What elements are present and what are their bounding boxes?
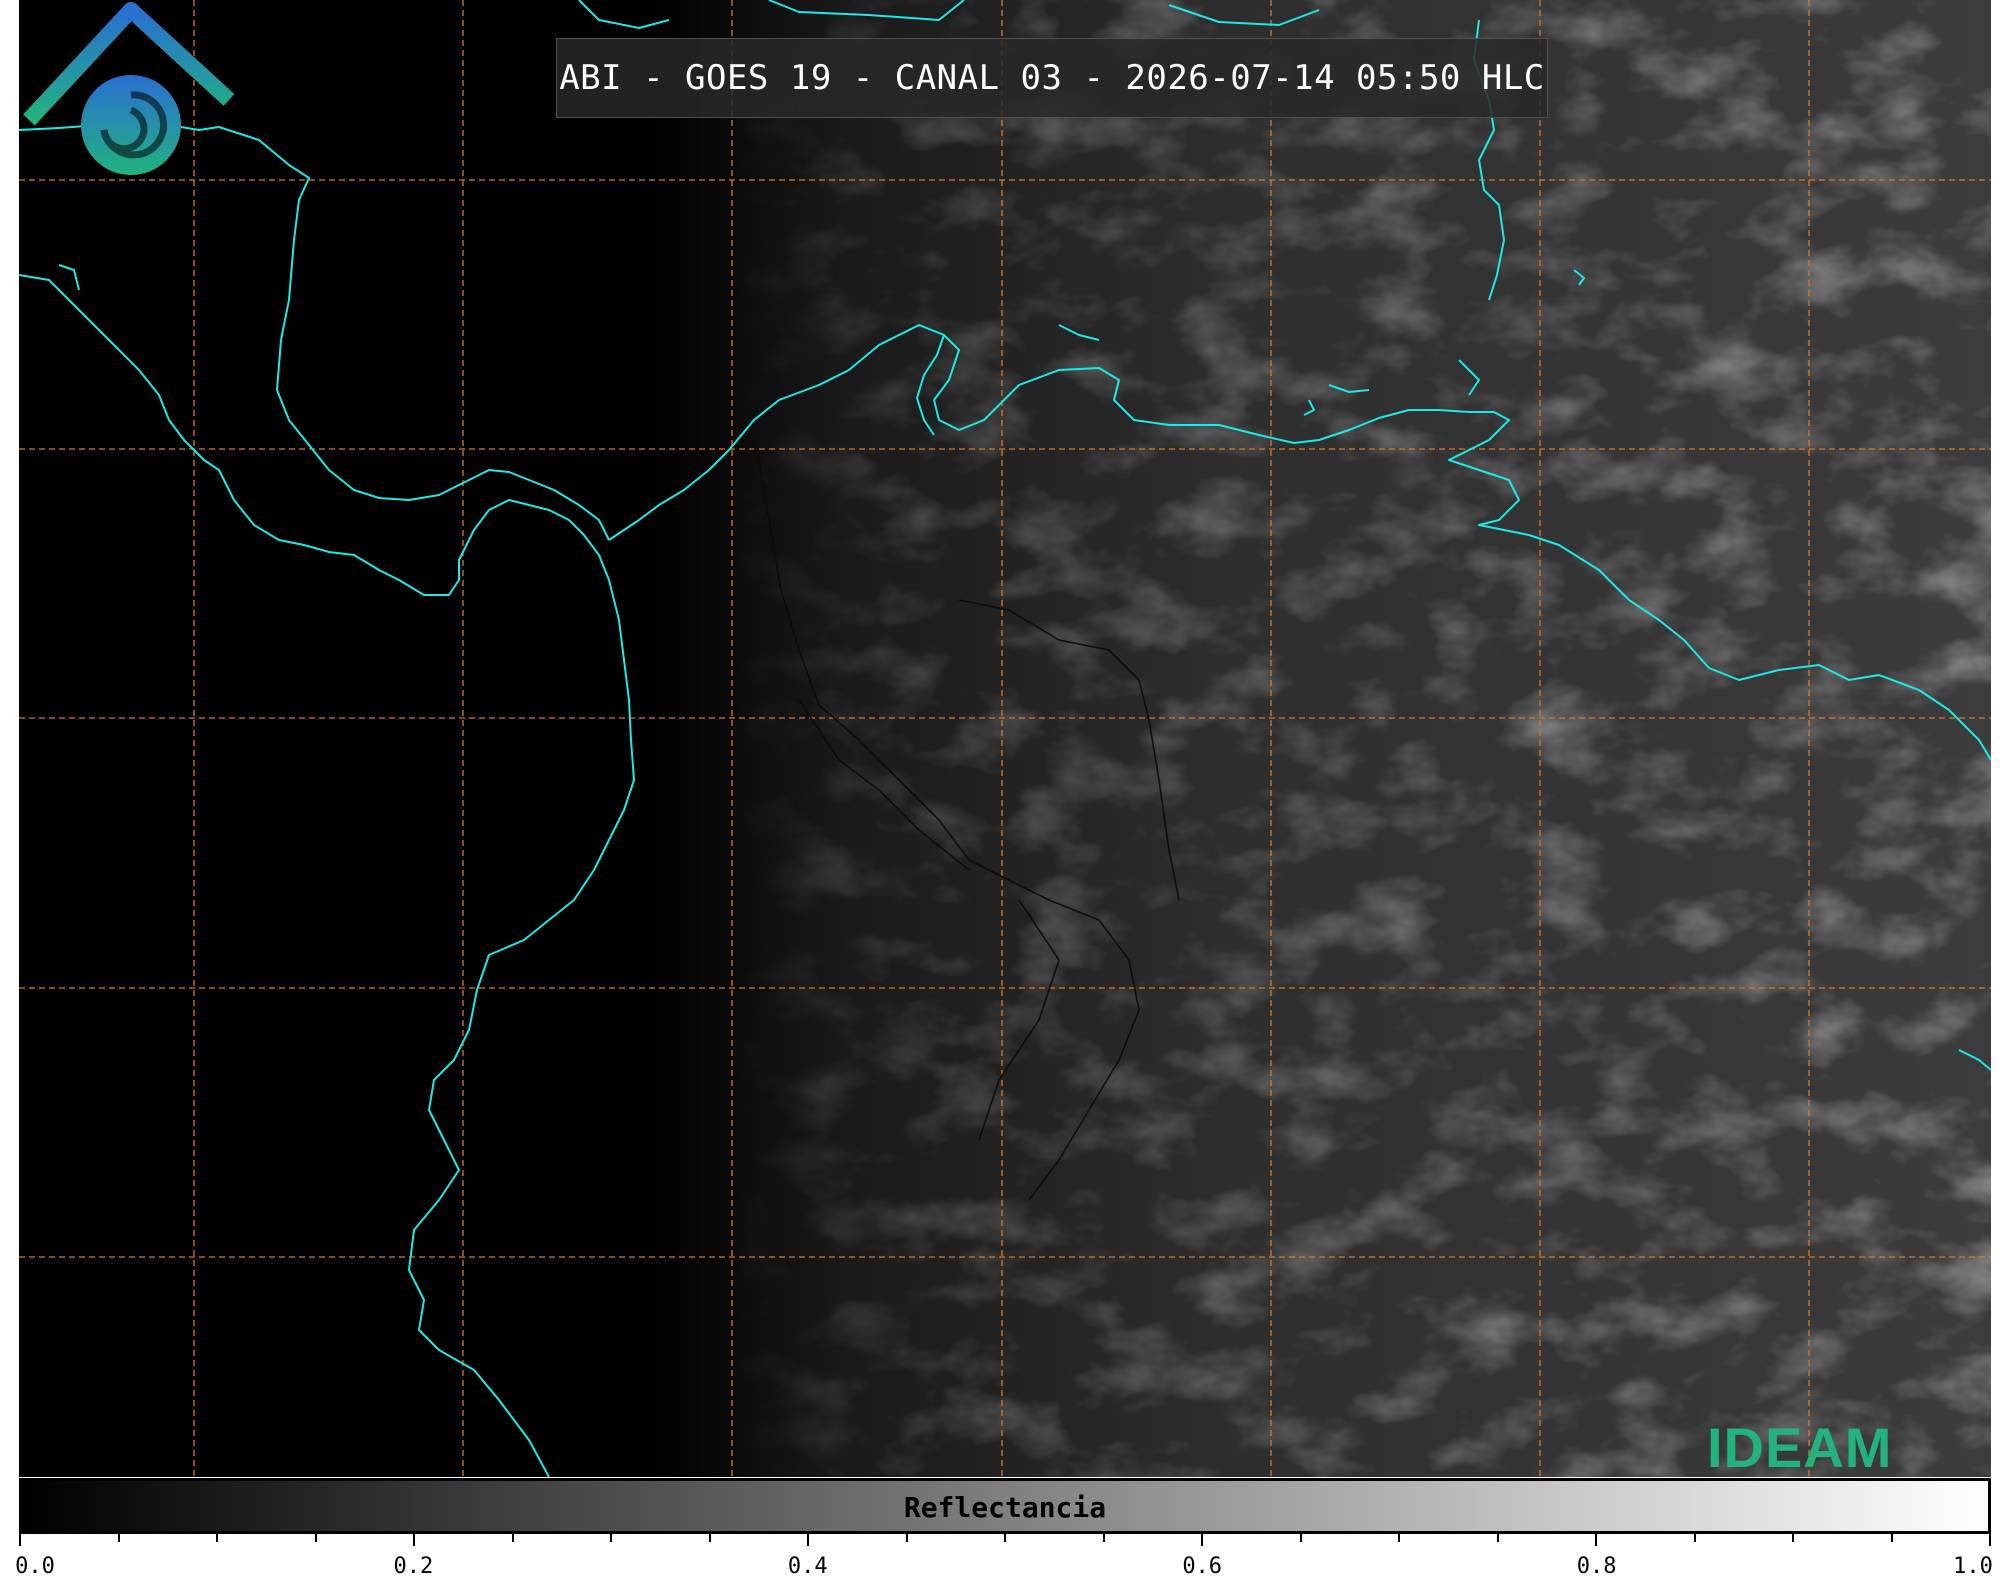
colorbar-tick-mark bbox=[216, 1534, 218, 1542]
map-title: ABI - GOES 19 - CANAL 03 - 2026-07-14 05… bbox=[559, 58, 1545, 98]
colorbar-tick-mark bbox=[1299, 1534, 1302, 1542]
colorbar-tick-mark bbox=[708, 1534, 711, 1542]
colorbar-tick-mark bbox=[905, 1534, 908, 1542]
colorbar-tick-mark bbox=[117, 1534, 120, 1542]
colorbar-tick-mark bbox=[1102, 1534, 1105, 1542]
colorbar-tick-mark bbox=[1496, 1534, 1499, 1542]
colorbar-tick-label: 0.4 bbox=[787, 1554, 828, 1579]
ideam-logo-icon bbox=[23, 2, 235, 175]
colorbar-tick-mark bbox=[1989, 1534, 1991, 1546]
colorbar-tick-mark bbox=[1890, 1534, 1893, 1542]
colorbar-tick-label: 0.2 bbox=[393, 1554, 434, 1579]
colorbar-tick-mark bbox=[511, 1534, 514, 1542]
colorbar-tick-mark bbox=[807, 1534, 809, 1546]
colorbar-tick-mark bbox=[1398, 1534, 1400, 1542]
title-banner: ABI - GOES 19 - CANAL 03 - 2026-07-14 05… bbox=[556, 38, 1548, 118]
colorbar-tick-label: 0.6 bbox=[1182, 1554, 1223, 1579]
colorbar-label: Reflectancia bbox=[903, 1491, 1107, 1524]
colorbar: Reflectancia bbox=[19, 1478, 1991, 1534]
colorbar-tick-label: 1.0 bbox=[1953, 1554, 1993, 1579]
map-canvas bbox=[19, 0, 1991, 1477]
satellite-map[interactable]: ABI - GOES 19 - CANAL 03 - 2026-07-14 05… bbox=[19, 0, 1991, 1477]
colorbar-tick-mark bbox=[413, 1534, 415, 1546]
colorbar-tick-mark bbox=[1004, 1534, 1006, 1542]
colorbar-tick-mark bbox=[1693, 1534, 1696, 1542]
colorbar-tick-mark bbox=[1201, 1534, 1203, 1546]
cloud-texture bbox=[19, 0, 1991, 1477]
colorbar-ticks: 0.0 0.2 0.4 0.6 0.8 1.0 bbox=[15, 1534, 1993, 1579]
colorbar-tick-mark bbox=[610, 1534, 612, 1542]
colorbar-tick-label: 0.0 bbox=[15, 1554, 55, 1579]
colorbar-tick-mark bbox=[1595, 1534, 1597, 1546]
colorbar-tick-mark bbox=[1792, 1534, 1794, 1542]
logo-text: IDEAM bbox=[1707, 1416, 1893, 1477]
colorbar-tick-mark bbox=[19, 1534, 21, 1546]
colorbar-tick-mark bbox=[314, 1534, 317, 1542]
colorbar-tick-label: 0.8 bbox=[1576, 1554, 1617, 1579]
